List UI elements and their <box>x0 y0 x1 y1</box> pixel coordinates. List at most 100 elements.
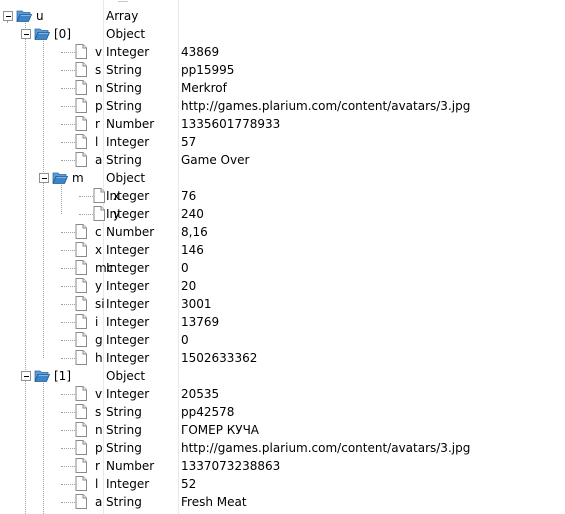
tree-connector <box>61 142 75 143</box>
tree-connector <box>61 106 75 107</box>
tree-connector <box>61 502 75 503</box>
tree-row[interactable]: mc Integer 0 <box>0 259 565 277</box>
node-value: ГОМЕР КУЧА <box>181 423 260 437</box>
node-name: s <box>95 63 102 77</box>
tree-row[interactable]: [1] Object <box>0 367 565 385</box>
document-icon <box>74 494 90 509</box>
tree-row[interactable]: p String http://games.plarium.com/content/… <box>0 439 565 457</box>
folder-open-icon <box>16 9 33 23</box>
document-icon <box>74 278 90 293</box>
tree-connector <box>61 430 75 431</box>
node-value: 0 <box>181 333 189 347</box>
tree-row[interactable]: r Number 1337073238863 <box>0 457 565 475</box>
tree-row[interactable]: x Integer 76 <box>0 187 565 205</box>
node-name: a <box>95 153 103 167</box>
tree-row[interactable]: a String Fresh Meat <box>0 493 565 511</box>
node-name: u <box>36 9 44 23</box>
tree-connector <box>61 70 75 71</box>
node-type: String <box>106 99 142 113</box>
collapse-minus-icon[interactable] <box>21 371 31 381</box>
tree-row[interactable]: n String Merkrof <box>0 79 565 97</box>
node-type: Object <box>106 369 146 383</box>
tree-row[interactable]: p String http://games.plarium.com/content/… <box>0 97 565 115</box>
json-tree-view: u Array [0] Object v Integer 43869 s String pp159… <box>0 0 565 514</box>
tree-row[interactable]: m Object <box>0 169 565 187</box>
tree-row[interactable]: r Number 1335601778933 <box>0 115 565 133</box>
tree-row[interactable]: [0] Object <box>0 25 565 43</box>
tree-row[interactable]: x Integer 146 <box>0 241 565 259</box>
collapse-minus-icon[interactable] <box>39 173 49 183</box>
tree-row[interactable]: u Array <box>0 7 565 25</box>
tree-row[interactable]: l Integer 52 <box>0 475 565 493</box>
node-value: 52 <box>181 477 197 491</box>
node-value: 13769 <box>181 315 220 329</box>
node-name: [1] <box>54 369 71 383</box>
tree-connector <box>61 268 75 269</box>
collapse-minus-icon[interactable] <box>21 29 31 39</box>
node-value: Game Over <box>181 153 250 167</box>
document-icon <box>74 422 90 437</box>
tree-row[interactable]: c Number 8,16 <box>0 223 565 241</box>
folder-open-icon <box>52 171 69 185</box>
node-type: Integer <box>106 279 150 293</box>
node-value: 8,16 <box>181 225 208 239</box>
document-icon <box>74 404 90 419</box>
tree-row[interactable]: v Integer 43869 <box>0 43 565 61</box>
node-name: n <box>95 423 103 437</box>
node-value: 20535 <box>181 387 220 401</box>
node-name: y <box>95 279 103 293</box>
tree-row[interactable]: g Integer 0 <box>0 331 565 349</box>
node-value: 1337073238863 <box>181 459 281 473</box>
tree-row[interactable]: s String pp42578 <box>0 403 565 421</box>
node-type: Integer <box>106 477 150 491</box>
node-name: l <box>95 135 99 149</box>
document-icon <box>74 98 90 113</box>
node-name: [0] <box>54 27 71 41</box>
tree-connector <box>79 214 93 215</box>
tree-connector <box>61 412 75 413</box>
node-value: pp42578 <box>181 405 235 419</box>
node-type: String <box>106 63 142 77</box>
tree-connector <box>61 358 75 359</box>
node-value: 240 <box>181 207 204 221</box>
node-name: r <box>95 459 100 473</box>
document-icon <box>74 62 90 77</box>
document-icon <box>74 458 90 473</box>
node-type: String <box>106 81 142 95</box>
document-icon <box>74 80 90 95</box>
document-icon <box>74 134 90 149</box>
node-name: v <box>95 45 103 59</box>
document-icon <box>74 152 90 167</box>
document-icon <box>74 44 90 59</box>
node-value: http://games.plarium.com/content/avatars… <box>181 441 471 455</box>
document-icon <box>74 116 90 131</box>
tree-row[interactable]: a String Game Over <box>0 151 565 169</box>
tree-row[interactable]: y Integer 20 <box>0 277 565 295</box>
tree-row[interactable]: y Integer 240 <box>0 205 565 223</box>
tree-row[interactable]: h Integer 1502633362 <box>0 349 565 367</box>
node-type: String <box>106 495 142 509</box>
tree-connector <box>61 448 75 449</box>
tree-connector <box>61 124 75 125</box>
folder-open-icon <box>34 369 51 383</box>
folder-open-icon <box>34 27 51 41</box>
node-name: i <box>95 315 99 329</box>
tree-row[interactable]: si Integer 3001 <box>0 295 565 313</box>
collapse-minus-icon[interactable] <box>3 11 13 21</box>
node-value: pp15995 <box>181 63 235 77</box>
node-name: h <box>95 351 103 365</box>
tree-row[interactable]: s String pp15995 <box>0 61 565 79</box>
node-value: 43869 <box>181 45 220 59</box>
node-name: a <box>95 495 103 509</box>
document-icon <box>74 332 90 347</box>
column-header-remnant <box>0 0 565 4</box>
node-value: http://games.plarium.com/content/avatars… <box>181 99 471 113</box>
document-icon <box>74 242 90 257</box>
node-type: Object <box>106 27 146 41</box>
tree-row[interactable]: l Integer 57 <box>0 133 565 151</box>
tree-row[interactable]: n String ГОМЕР КУЧА <box>0 421 565 439</box>
tree-connector <box>61 88 75 89</box>
tree-row[interactable]: i Integer 13769 <box>0 313 565 331</box>
tree-row[interactable]: v Integer 20535 <box>0 385 565 403</box>
node-type: Integer <box>106 333 150 347</box>
